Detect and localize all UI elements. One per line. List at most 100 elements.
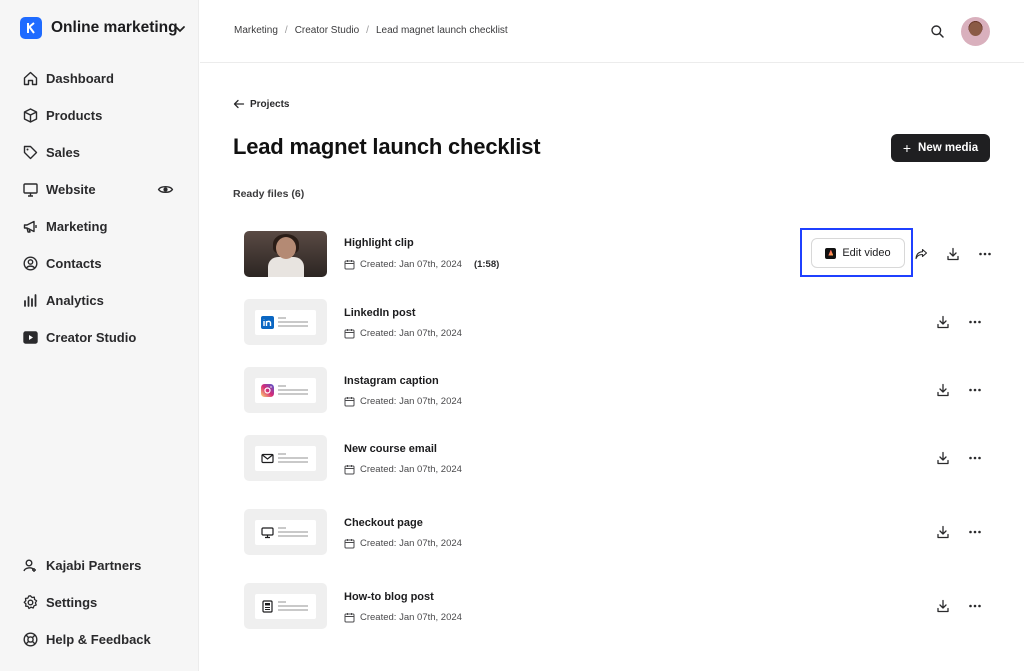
page-title: Lead magnet launch checklist xyxy=(233,134,541,159)
sidebar-item-label: Analytics xyxy=(46,293,104,308)
sidebar-item-settings[interactable]: Settings xyxy=(22,584,182,621)
breadcrumb-creator-studio[interactable]: Creator Studio xyxy=(295,25,359,36)
kajabi-logo xyxy=(20,17,42,39)
row-actions xyxy=(936,599,982,613)
new-media-label: New media xyxy=(918,142,979,154)
file-meta: Created: Jan 07th, 2024 xyxy=(344,464,462,475)
file-thumbnail[interactable] xyxy=(244,367,327,413)
row-actions xyxy=(936,383,982,397)
megaphone-icon xyxy=(23,220,37,233)
workspace-name: Online marketing xyxy=(51,19,178,36)
sidebar-item-label: Dashboard xyxy=(46,71,114,86)
more-options-icon[interactable] xyxy=(968,383,982,397)
file-row-checkout-page[interactable]: Checkout page Created: Jan 07th, 2024 xyxy=(244,509,994,555)
file-thumbnail[interactable] xyxy=(244,509,327,555)
sidebar-item-dashboard[interactable]: Dashboard xyxy=(22,60,182,97)
download-icon[interactable] xyxy=(946,247,960,261)
sidebar-item-label: Help & Feedback xyxy=(46,632,151,647)
eye-icon[interactable] xyxy=(157,181,174,198)
sidebar-item-products[interactable]: Products xyxy=(22,97,182,134)
file-thumbnail[interactable] xyxy=(244,299,327,345)
more-options-icon[interactable] xyxy=(968,525,982,539)
sidebar-item-website[interactable]: Website xyxy=(22,171,182,208)
file-created-date: Created: Jan 07th, 2024 xyxy=(360,538,462,549)
download-icon[interactable] xyxy=(936,451,950,465)
sidebar-item-contacts[interactable]: Contacts xyxy=(22,245,182,282)
gear-icon xyxy=(23,595,38,610)
plus-icon: + xyxy=(902,140,912,156)
new-media-button[interactable]: + New media xyxy=(891,134,990,162)
file-created-date: Created: Jan 07th, 2024 xyxy=(360,396,462,407)
back-to-projects-link[interactable]: Projects xyxy=(233,98,289,110)
top-bar: Marketing / Creator Studio / Lead magnet… xyxy=(200,0,1024,63)
download-icon[interactable] xyxy=(936,383,950,397)
more-options-icon[interactable] xyxy=(978,247,992,261)
file-name[interactable]: New course email xyxy=(344,443,437,455)
home-icon xyxy=(23,71,38,86)
sidebar: Online marketing Dashboard Products Sale… xyxy=(0,0,199,671)
sidebar-item-marketing[interactable]: Marketing xyxy=(22,208,182,245)
workspace-switcher[interactable]: Online marketing xyxy=(20,17,190,39)
sidebar-item-label: Contacts xyxy=(46,256,102,271)
file-thumbnail[interactable] xyxy=(244,583,327,629)
editor-app-icon xyxy=(825,247,837,259)
download-icon[interactable] xyxy=(936,599,950,613)
breadcrumb-current: Lead magnet launch checklist xyxy=(375,25,508,36)
file-name[interactable]: Highlight clip xyxy=(344,237,414,249)
sidebar-item-label: Website xyxy=(46,182,96,197)
file-row-how-to-blog-post[interactable]: How-to blog post Created: Jan 07th, 2024 xyxy=(244,583,994,629)
sidebar-item-help-feedback[interactable]: Help & Feedback xyxy=(22,621,182,658)
sidebar-item-label: Products xyxy=(46,108,103,123)
breadcrumb-marketing[interactable]: Marketing xyxy=(234,25,278,36)
file-meta: Created: Jan 07th, 2024 (1:58) xyxy=(344,259,499,270)
row-actions xyxy=(936,315,982,329)
more-options-icon[interactable] xyxy=(968,315,982,329)
calendar-icon xyxy=(344,613,355,623)
file-created-date: Created: Jan 07th, 2024 xyxy=(360,612,462,623)
avatar[interactable] xyxy=(961,17,990,46)
file-name[interactable]: Checkout page xyxy=(344,517,423,529)
file-name[interactable]: How-to blog post xyxy=(344,591,434,603)
file-name[interactable]: Instagram caption xyxy=(344,375,439,387)
share-icon[interactable] xyxy=(914,247,928,261)
instagram-icon xyxy=(261,384,274,397)
sidebar-item-label: Creator Studio xyxy=(46,330,137,345)
file-created-date: Created: Jan 07th, 2024 xyxy=(360,464,462,475)
download-icon[interactable] xyxy=(936,315,950,329)
file-meta: Created: Jan 07th, 2024 xyxy=(344,328,462,339)
sidebar-item-creator-studio[interactable]: Creator Studio xyxy=(22,319,182,356)
sidebar-item-label: Marketing xyxy=(46,219,108,234)
sidebar-item-label: Kajabi Partners xyxy=(46,558,142,573)
bar-chart-icon xyxy=(24,294,37,307)
sidebar-item-sales[interactable]: Sales xyxy=(22,134,182,171)
sidebar-item-label: Sales xyxy=(46,145,80,160)
tag-icon xyxy=(23,145,38,160)
file-meta: Created: Jan 07th, 2024 xyxy=(344,538,462,549)
edit-video-button[interactable]: Edit video xyxy=(811,238,905,268)
video-icon xyxy=(23,331,38,344)
more-options-icon[interactable] xyxy=(968,599,982,613)
video-thumbnail[interactable] xyxy=(244,231,327,277)
sidebar-item-label: Settings xyxy=(46,595,98,610)
calendar-icon xyxy=(344,329,355,339)
file-thumbnail[interactable] xyxy=(244,435,327,481)
sidebar-nav: Dashboard Products Sales Website Marketi… xyxy=(22,60,182,356)
file-meta: Created: Jan 07th, 2024 xyxy=(344,396,462,407)
chevron-down-icon[interactable] xyxy=(172,21,188,37)
breadcrumb: Marketing / Creator Studio / Lead magnet… xyxy=(234,25,508,36)
breadcrumb-separator: / xyxy=(366,25,369,36)
search-icon[interactable] xyxy=(930,24,945,39)
file-row-instagram-caption[interactable]: Instagram caption Created: Jan 07th, 202… xyxy=(244,367,994,413)
file-row-new-course-email[interactable]: New course email Created: Jan 07th, 2024 xyxy=(244,435,994,481)
download-icon[interactable] xyxy=(936,525,950,539)
edit-video-label: Edit video xyxy=(842,247,891,259)
file-row-linkedin-post[interactable]: LinkedIn post Created: Jan 07th, 2024 xyxy=(244,299,994,345)
file-created-date: Created: Jan 07th, 2024 xyxy=(360,259,462,270)
sidebar-item-analytics[interactable]: Analytics xyxy=(22,282,182,319)
sidebar-item-kajabi-partners[interactable]: Kajabi Partners xyxy=(22,547,182,584)
more-options-icon[interactable] xyxy=(968,451,982,465)
file-name[interactable]: LinkedIn post xyxy=(344,307,416,319)
row-actions xyxy=(914,247,992,261)
calendar-icon xyxy=(344,260,355,270)
sidebar-footer-nav: Kajabi Partners Settings Help & Feedback xyxy=(22,547,182,658)
